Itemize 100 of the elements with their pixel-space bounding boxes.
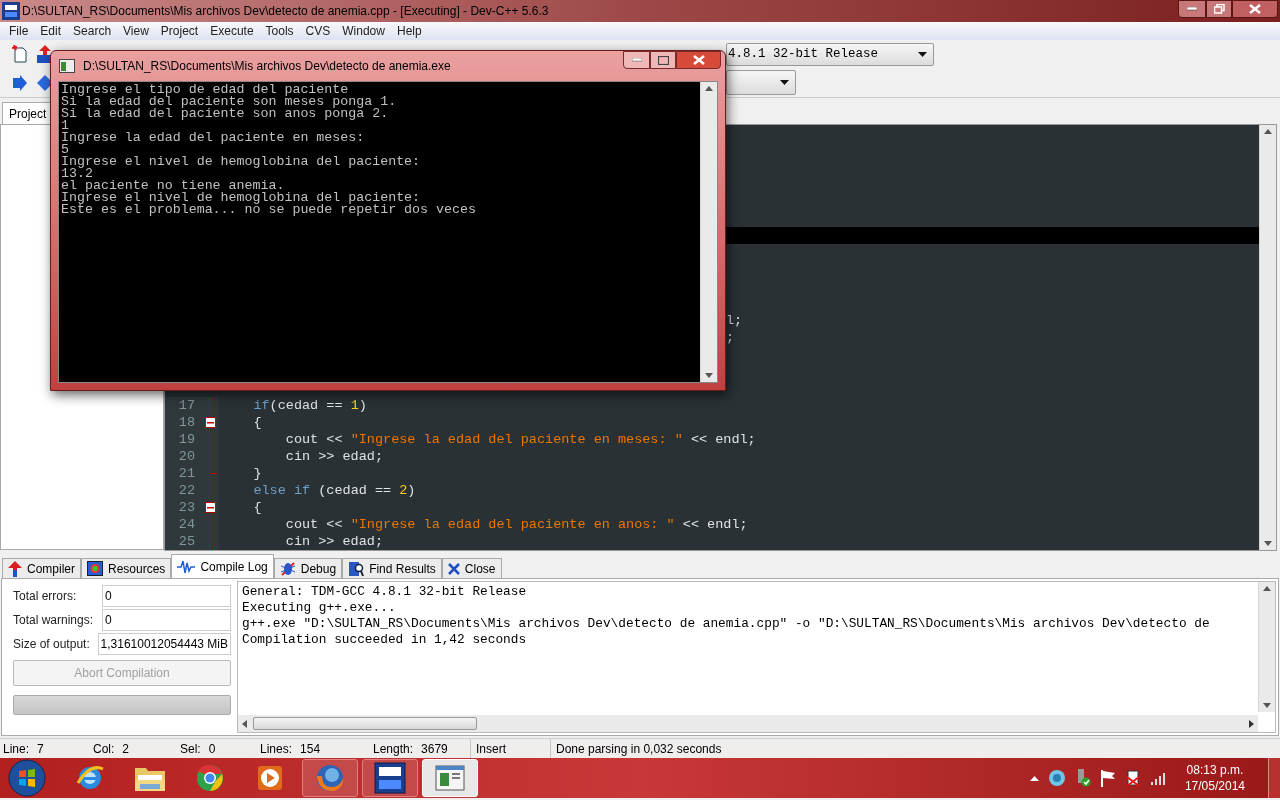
signal-icon[interactable] xyxy=(1149,771,1168,785)
maximize-icon xyxy=(657,55,669,65)
scroll-up-icon[interactable] xyxy=(705,86,713,91)
panel-tab[interactable]: Find Results xyxy=(342,558,442,578)
code-line: cin >> edad; xyxy=(284,448,384,465)
scroll-left-icon xyxy=(242,719,247,728)
line-number: 24 xyxy=(165,516,201,533)
waveform-icon xyxy=(177,559,196,574)
vertical-scrollbar[interactable] xyxy=(1259,125,1276,550)
fox-globe-icon xyxy=(314,762,346,794)
line-number: 18 xyxy=(165,414,201,431)
fold-minus-icon[interactable] xyxy=(204,417,216,428)
menu-item[interactable]: File xyxy=(3,22,35,40)
new-file-icon[interactable] xyxy=(12,45,28,64)
console-line: 13.2 xyxy=(61,168,93,180)
minimize-button[interactable] xyxy=(623,51,650,69)
close-button[interactable] xyxy=(1232,0,1278,18)
stat-field: 0 xyxy=(102,584,231,607)
line-number: 20 xyxy=(165,448,201,465)
console-line: 1 xyxy=(61,120,69,132)
line-number: 23 xyxy=(165,499,201,516)
binoculars-icon xyxy=(348,560,365,577)
menu-item[interactable]: View xyxy=(117,22,155,40)
dropdown[interactable] xyxy=(726,70,796,96)
code-line: l; xyxy=(726,312,743,329)
maximize-button[interactable] xyxy=(650,51,676,69)
menu-item[interactable]: Execute xyxy=(204,22,260,40)
panel-tab[interactable]: Debug xyxy=(273,558,343,578)
clock[interactable]: 08:13 p.m. 17/05/2014 xyxy=(1184,762,1245,794)
status-label: Col: xyxy=(93,740,115,758)
scroll-right-icon xyxy=(1249,719,1254,728)
compiler-dropdown[interactable]: 4.8.1 32-bit Release xyxy=(726,42,934,66)
clock-time: 08:13 p.m. xyxy=(1186,762,1244,778)
diamond-icon[interactable] xyxy=(37,74,53,91)
status-text: Insert xyxy=(476,740,506,758)
taskbar-button[interactable] xyxy=(362,759,418,797)
menu-item[interactable]: Edit xyxy=(34,22,68,40)
code-line: cin >> edad; xyxy=(284,533,384,550)
console-line: Si la edad del paciente son anos ponga 2. xyxy=(61,108,390,120)
resources-icon xyxy=(87,561,103,576)
scroll-down-icon[interactable] xyxy=(1263,703,1271,708)
menu-item[interactable]: Help xyxy=(390,22,428,40)
dropdown-value: 4.8.1 32-bit Release xyxy=(728,45,879,63)
status-value: 0 xyxy=(208,740,216,758)
console-line: Ingrese el nivel de hemoglobina del paciente: xyxy=(61,192,421,204)
status-label: Lines: xyxy=(260,740,293,758)
line-number: 22 xyxy=(165,482,201,499)
menu-item[interactable]: CVS xyxy=(299,22,337,40)
fold-minus-icon[interactable] xyxy=(204,502,216,513)
code-line: } xyxy=(252,465,262,482)
console-line: 5 xyxy=(61,144,69,156)
vertical-scrollbar[interactable] xyxy=(700,82,717,382)
code-line: else if (cedad == 2) xyxy=(252,482,416,499)
scroll-up-icon[interactable] xyxy=(1264,129,1272,134)
menu-item[interactable]: Window xyxy=(336,22,391,40)
power-plug-icon[interactable] xyxy=(1124,769,1141,787)
start-orb-icon[interactable] xyxy=(8,759,46,797)
minimize-icon xyxy=(1187,7,1197,11)
scroll-thumb[interactable] xyxy=(253,717,477,730)
status-value: 154 xyxy=(300,740,321,758)
close-button[interactable] xyxy=(676,51,721,69)
menu-item[interactable]: Project xyxy=(154,22,205,40)
window-icon xyxy=(59,59,75,73)
panel-tab[interactable]: Close xyxy=(441,558,502,578)
panel-tab[interactable]: Resources xyxy=(81,558,172,578)
status-label: Line: xyxy=(3,740,30,758)
show-hidden-icon[interactable] xyxy=(1029,775,1039,781)
menu-item[interactable]: Tools xyxy=(259,22,300,40)
vertical-scrollbar[interactable] xyxy=(1258,582,1275,712)
console-line: Este es el problema... no se puede repetir dos veces xyxy=(61,204,477,216)
panel-tab[interactable]: Compile Log xyxy=(171,554,274,578)
log-line: Executing g++.exe... xyxy=(242,600,397,616)
minimize-button[interactable] xyxy=(1178,0,1206,18)
scroll-down-icon[interactable] xyxy=(705,373,713,378)
log-line: Compilation succeeded in 1,42 seconds xyxy=(242,632,528,648)
horizontal-scrollbar[interactable] xyxy=(238,715,1258,732)
dropdown-arrow-icon xyxy=(918,51,927,57)
code-line: { xyxy=(252,414,262,431)
log-line: g++.exe "D:\SULTAN_RS\Documents\Mis archivos Dev\detecto de anemia.cpp" -o "D:\SULTAN_RS\Documents\Mis archivos Dev\detecto de xyxy=(242,616,1211,632)
status-value: 7 xyxy=(37,740,44,758)
up-arrow-icon xyxy=(8,560,22,577)
chrome-icon xyxy=(195,763,225,793)
flag-icon[interactable] xyxy=(1099,769,1116,787)
scroll-up-icon[interactable] xyxy=(1263,586,1271,591)
line-number: 17 xyxy=(165,397,201,414)
close-icon xyxy=(447,562,460,575)
scroll-down-icon[interactable] xyxy=(1264,541,1272,546)
restore-button[interactable] xyxy=(1206,0,1232,18)
arrow-right-icon[interactable] xyxy=(13,74,27,91)
status-value: 3679 xyxy=(421,740,448,758)
menu-item[interactable]: Search xyxy=(67,22,118,40)
code-line: if(cedad == 1) xyxy=(252,397,367,414)
circle-icon[interactable] xyxy=(1047,769,1066,787)
stat-label: Size of output: xyxy=(13,635,91,653)
dropdown-arrow-icon xyxy=(780,80,789,86)
code-line: ; xyxy=(726,329,735,346)
status-text: Done parsing in 0,032 seconds xyxy=(556,740,722,758)
stat-label: Total errors: xyxy=(13,587,78,605)
panel-tab[interactable]: Compiler xyxy=(2,558,81,578)
bug-icon xyxy=(279,560,296,577)
